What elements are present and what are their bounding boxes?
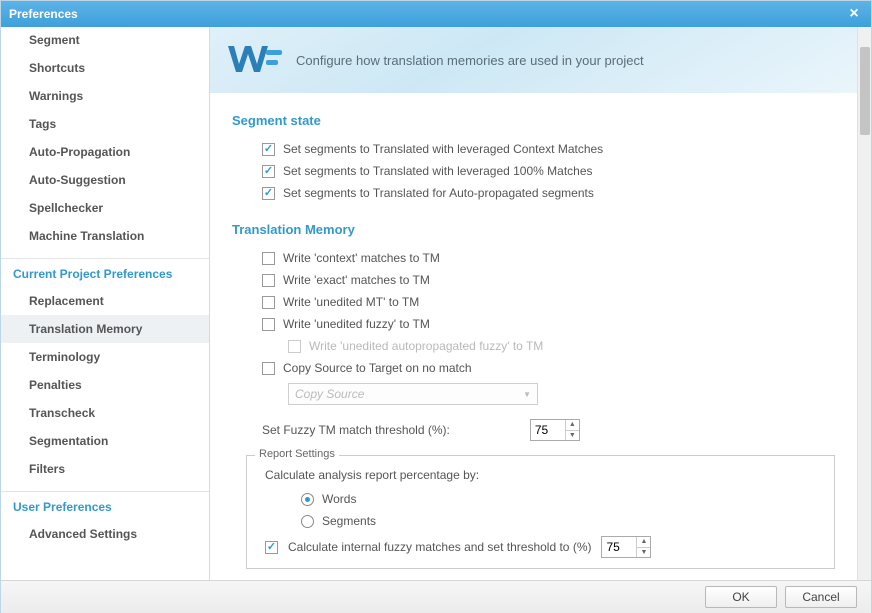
sidebar-item[interactable]: Filters xyxy=(1,455,209,483)
sidebar-item[interactable]: Warnings xyxy=(1,82,209,110)
banner: Configure how translation memories are u… xyxy=(210,27,857,93)
ok-button[interactable]: OK xyxy=(705,586,777,608)
sidebar-item[interactable]: Translation Memory xyxy=(1,315,209,343)
sidebar-item[interactable]: Auto-Propagation xyxy=(1,138,209,166)
chk-write-fuzzy[interactable] xyxy=(262,318,275,331)
chk-write-exact-label: Write 'exact' matches to TM xyxy=(283,273,430,287)
chk-copy-source[interactable] xyxy=(262,362,275,375)
sidebar-item[interactable]: Segmentation xyxy=(1,427,209,455)
chk-write-context-label: Write 'context' matches to TM xyxy=(283,251,440,265)
internal-fuzzy-spinner[interactable]: ▲ ▼ xyxy=(601,536,651,558)
chk-copy-source-label: Copy Source to Target on no match xyxy=(283,361,472,375)
app-logo xyxy=(228,40,282,80)
spin-down-icon[interactable]: ▼ xyxy=(566,431,579,441)
sidebar-item[interactable]: Replacement xyxy=(1,287,209,315)
sidebar-heading: User Preferences xyxy=(1,491,209,520)
vertical-scrollbar[interactable] xyxy=(857,27,871,580)
sidebar-item[interactable]: Penalties xyxy=(1,371,209,399)
chk-context-matches[interactable] xyxy=(262,143,275,156)
main-panel: Configure how translation memories are u… xyxy=(210,27,871,580)
chk-autoprop-label: Set segments to Translated for Auto-prop… xyxy=(283,186,594,200)
chevron-down-icon: ▼ xyxy=(523,390,531,399)
window-title: Preferences xyxy=(9,7,78,21)
chk-write-exact[interactable] xyxy=(262,274,275,287)
spin-up-icon[interactable]: ▲ xyxy=(637,537,650,548)
scrollbar-thumb[interactable] xyxy=(860,47,870,135)
report-settings-group: Report Settings Calculate analysis repor… xyxy=(246,455,835,569)
fuzzy-threshold-spinner[interactable]: ▲ ▼ xyxy=(530,419,580,441)
radio-words-label: Words xyxy=(322,492,356,506)
internal-fuzzy-input[interactable] xyxy=(602,537,636,557)
section-segment-state: Segment state xyxy=(232,113,835,128)
sidebar-item[interactable]: Machine Translation xyxy=(1,222,209,250)
chk-write-mt-label: Write 'unedited MT' to TM xyxy=(283,295,419,309)
spin-up-icon[interactable]: ▲ xyxy=(566,420,579,431)
footer: OK Cancel xyxy=(1,580,871,613)
select-copy-source: Copy Source ▼ xyxy=(288,383,538,405)
sidebar-heading: Current Project Preferences xyxy=(1,258,209,287)
titlebar: Preferences × xyxy=(1,1,871,27)
cancel-button[interactable]: Cancel xyxy=(785,586,857,608)
chk-write-context[interactable] xyxy=(262,252,275,265)
radio-segments-label: Segments xyxy=(322,514,376,528)
sidebar-item[interactable]: Segment xyxy=(1,33,209,54)
sidebar-item[interactable]: Shortcuts xyxy=(1,54,209,82)
chk-autoprop[interactable] xyxy=(262,187,275,200)
chk-context-matches-label: Set segments to Translated with leverage… xyxy=(283,142,603,156)
report-settings-legend: Report Settings xyxy=(255,448,339,460)
chk-internal-fuzzy-label: Calculate internal fuzzy matches and set… xyxy=(288,540,591,554)
close-icon[interactable]: × xyxy=(845,5,863,23)
chk-write-autofuzzy xyxy=(288,340,301,353)
select-copy-source-value: Copy Source xyxy=(295,387,364,401)
fuzzy-threshold-label: Set Fuzzy TM match threshold (%): xyxy=(262,423,450,437)
report-calc-label: Calculate analysis report percentage by: xyxy=(261,466,820,488)
sidebar-item[interactable]: Terminology xyxy=(1,343,209,371)
sidebar-item[interactable]: Auto-Suggestion xyxy=(1,166,209,194)
spin-down-icon[interactable]: ▼ xyxy=(637,548,650,558)
chk-internal-fuzzy[interactable] xyxy=(265,541,278,554)
chk-write-fuzzy-label: Write 'unedited fuzzy' to TM xyxy=(283,317,430,331)
sidebar-item[interactable]: Transcheck xyxy=(1,399,209,427)
sidebar-item[interactable]: Advanced Settings xyxy=(1,520,209,548)
banner-desc: Configure how translation memories are u… xyxy=(296,53,644,68)
fuzzy-threshold-input[interactable] xyxy=(531,420,565,440)
chk-write-mt[interactable] xyxy=(262,296,275,309)
chk-100-matches-label: Set segments to Translated with leverage… xyxy=(283,164,593,178)
radio-words[interactable] xyxy=(301,493,314,506)
chk-write-autofuzzy-label: Write 'unedited autopropagated fuzzy' to… xyxy=(309,339,543,353)
sidebar-item[interactable]: Spellchecker xyxy=(1,194,209,222)
radio-segments[interactable] xyxy=(301,515,314,528)
sidebar-item[interactable]: Tags xyxy=(1,110,209,138)
section-tm: Translation Memory xyxy=(232,222,835,237)
sidebar: SegmentShortcutsWarningsTagsAuto-Propaga… xyxy=(1,27,210,580)
chk-100-matches[interactable] xyxy=(262,165,275,178)
